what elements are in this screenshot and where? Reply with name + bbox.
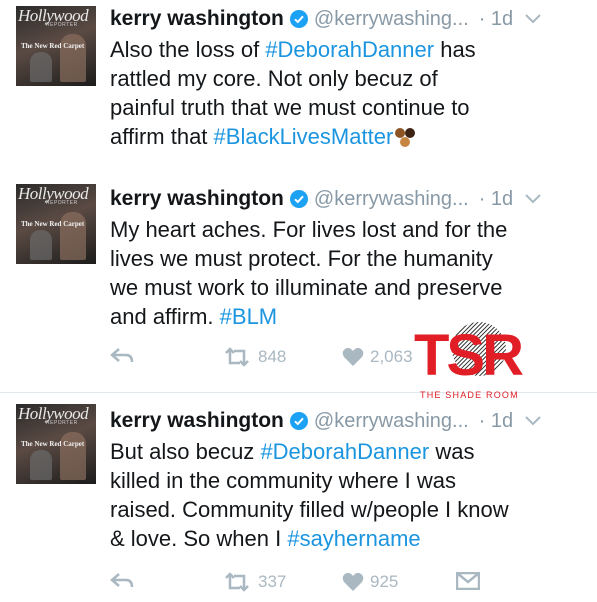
tweet-line: Also the loss of #DeborahDanner has xyxy=(110,35,590,64)
tweet-header: kerry washington @kerrywashing... · 1d xyxy=(110,406,541,436)
watermark-caption: THE SHADE ROOM xyxy=(420,390,519,400)
text-run: My heart aches. For lives lost and for t… xyxy=(110,217,508,242)
display-name[interactable]: kerry washington xyxy=(110,7,284,31)
avatar-cover-line: The New Red Carpet xyxy=(21,440,85,448)
timestamp[interactable]: · 1d xyxy=(479,8,513,31)
reply-icon xyxy=(110,348,134,363)
text-run: rattled my core. Not only becuz of xyxy=(110,66,438,91)
hashtag-link[interactable]: #DeborahDanner xyxy=(265,37,434,62)
timestamp[interactable]: · 1d xyxy=(479,410,513,433)
tweet-line: killed in the community where I was xyxy=(110,466,590,495)
username[interactable]: @kerrywashing... xyxy=(314,188,469,211)
like-button[interactable]: 2,063 xyxy=(342,347,413,367)
text-run: lives we must protect. For the humanity xyxy=(110,246,493,271)
avatar-subtitle: REPORTER xyxy=(46,22,78,28)
text-run: killed in the community where I was xyxy=(110,468,457,493)
tweet-line: lives we must protect. For the humanity xyxy=(110,244,590,273)
avatar[interactable]: Hollywood REPORTER The New Red Carpet xyxy=(16,6,96,86)
direct-message-button[interactable] xyxy=(456,572,480,590)
tweet-text: But also becuz #DeborahDanner was killed… xyxy=(110,437,590,553)
like-count: 2,063 xyxy=(370,347,413,366)
retweet-button[interactable]: 337 xyxy=(222,572,286,592)
hashtag-link[interactable]: #sayhername xyxy=(287,526,420,551)
retweet-button[interactable]: 848 xyxy=(222,347,286,367)
tweet-line: rattled my core. Not only becuz of xyxy=(110,64,590,93)
retweet-count: 848 xyxy=(258,347,287,366)
text-run: we must work to illuminate and preserve xyxy=(110,275,503,300)
tweet-line: raised. Community filled w/people I know xyxy=(110,495,590,524)
tweet-text: My heart aches. For lives lost and for t… xyxy=(110,215,590,331)
cover-figure xyxy=(30,52,52,82)
hashtag-link[interactable]: #BLM xyxy=(220,304,277,329)
text-run: & love. So when I xyxy=(110,526,288,551)
heart-icon xyxy=(342,572,364,591)
display-name[interactable]: kerry washington xyxy=(110,187,284,211)
reply-button[interactable] xyxy=(110,347,134,365)
like-count: 925 xyxy=(370,572,399,591)
avatar-cover-line: The New Red Carpet xyxy=(21,42,85,50)
chevron-down-icon[interactable] xyxy=(525,194,541,204)
text-run: Also the loss of xyxy=(110,37,266,62)
tweet-line: we must work to illuminate and preserve xyxy=(110,273,590,302)
chevron-down-icon[interactable] xyxy=(525,416,541,426)
verified-badge-icon xyxy=(289,10,308,28)
like-button[interactable]: 925 xyxy=(342,572,398,592)
tweet-text: Also the loss of #DeborahDanner has ratt… xyxy=(110,35,590,151)
reply-button[interactable] xyxy=(110,572,134,590)
hashtag-link[interactable]: #BlackLivesMatter xyxy=(214,124,394,149)
cover-figure xyxy=(30,230,52,260)
text-run: But also becuz xyxy=(110,439,261,464)
tweet-line: & love. So when I #sayhername xyxy=(110,524,590,553)
retweet-icon xyxy=(225,572,249,592)
avatar-subtitle: REPORTER xyxy=(46,200,78,206)
reply-icon xyxy=(110,573,134,588)
tweet-line: But also becuz #DeborahDanner was xyxy=(110,437,590,466)
avatar-subtitle: REPORTER xyxy=(46,420,78,426)
tweet-actions: 337 925 xyxy=(110,572,580,602)
tweet-line: painful truth that we must continue to xyxy=(110,93,590,122)
display-name[interactable]: kerry washington xyxy=(110,409,284,433)
hashtag-link[interactable]: #DeborahDanner xyxy=(260,439,429,464)
tweet-line: affirm that #BlackLivesMatter xyxy=(110,122,590,151)
envelope-icon xyxy=(456,572,480,590)
text-run: and affirm. xyxy=(110,304,220,329)
tweet-line: My heart aches. For lives lost and for t… xyxy=(110,215,590,244)
username[interactable]: @kerrywashing... xyxy=(314,8,469,31)
text-run: has xyxy=(434,37,476,62)
cover-figure xyxy=(30,450,52,480)
username[interactable]: @kerrywashing... xyxy=(314,410,469,433)
verified-badge-icon xyxy=(289,190,308,208)
shade-room-watermark: TSR THE SHADE ROOM xyxy=(414,318,554,408)
text-run: raised. Community filled w/people I know xyxy=(110,497,509,522)
chevron-down-icon[interactable] xyxy=(525,14,541,24)
tweet-header: kerry washington @kerrywashing... · 1d xyxy=(110,4,541,34)
avatar[interactable]: Hollywood REPORTER The New Red Carpet xyxy=(16,404,96,484)
text-run: painful truth that we must continue to xyxy=(110,95,470,120)
timestamp[interactable]: · 1d xyxy=(479,188,513,211)
tweet-header: kerry washington @kerrywashing... · 1d xyxy=(110,184,541,214)
retweet-icon xyxy=(225,347,249,367)
text-run: was xyxy=(429,439,475,464)
retweet-count: 337 xyxy=(258,572,287,591)
watermark-logo: TSR xyxy=(414,323,524,388)
black-lives-matter-emoji-icon xyxy=(393,128,419,148)
heart-icon xyxy=(342,347,364,366)
avatar[interactable]: Hollywood REPORTER The New Red Carpet xyxy=(16,184,96,264)
avatar-cover-line: The New Red Carpet xyxy=(21,220,85,228)
verified-badge-icon xyxy=(289,412,308,430)
text-run: affirm that xyxy=(110,124,214,149)
